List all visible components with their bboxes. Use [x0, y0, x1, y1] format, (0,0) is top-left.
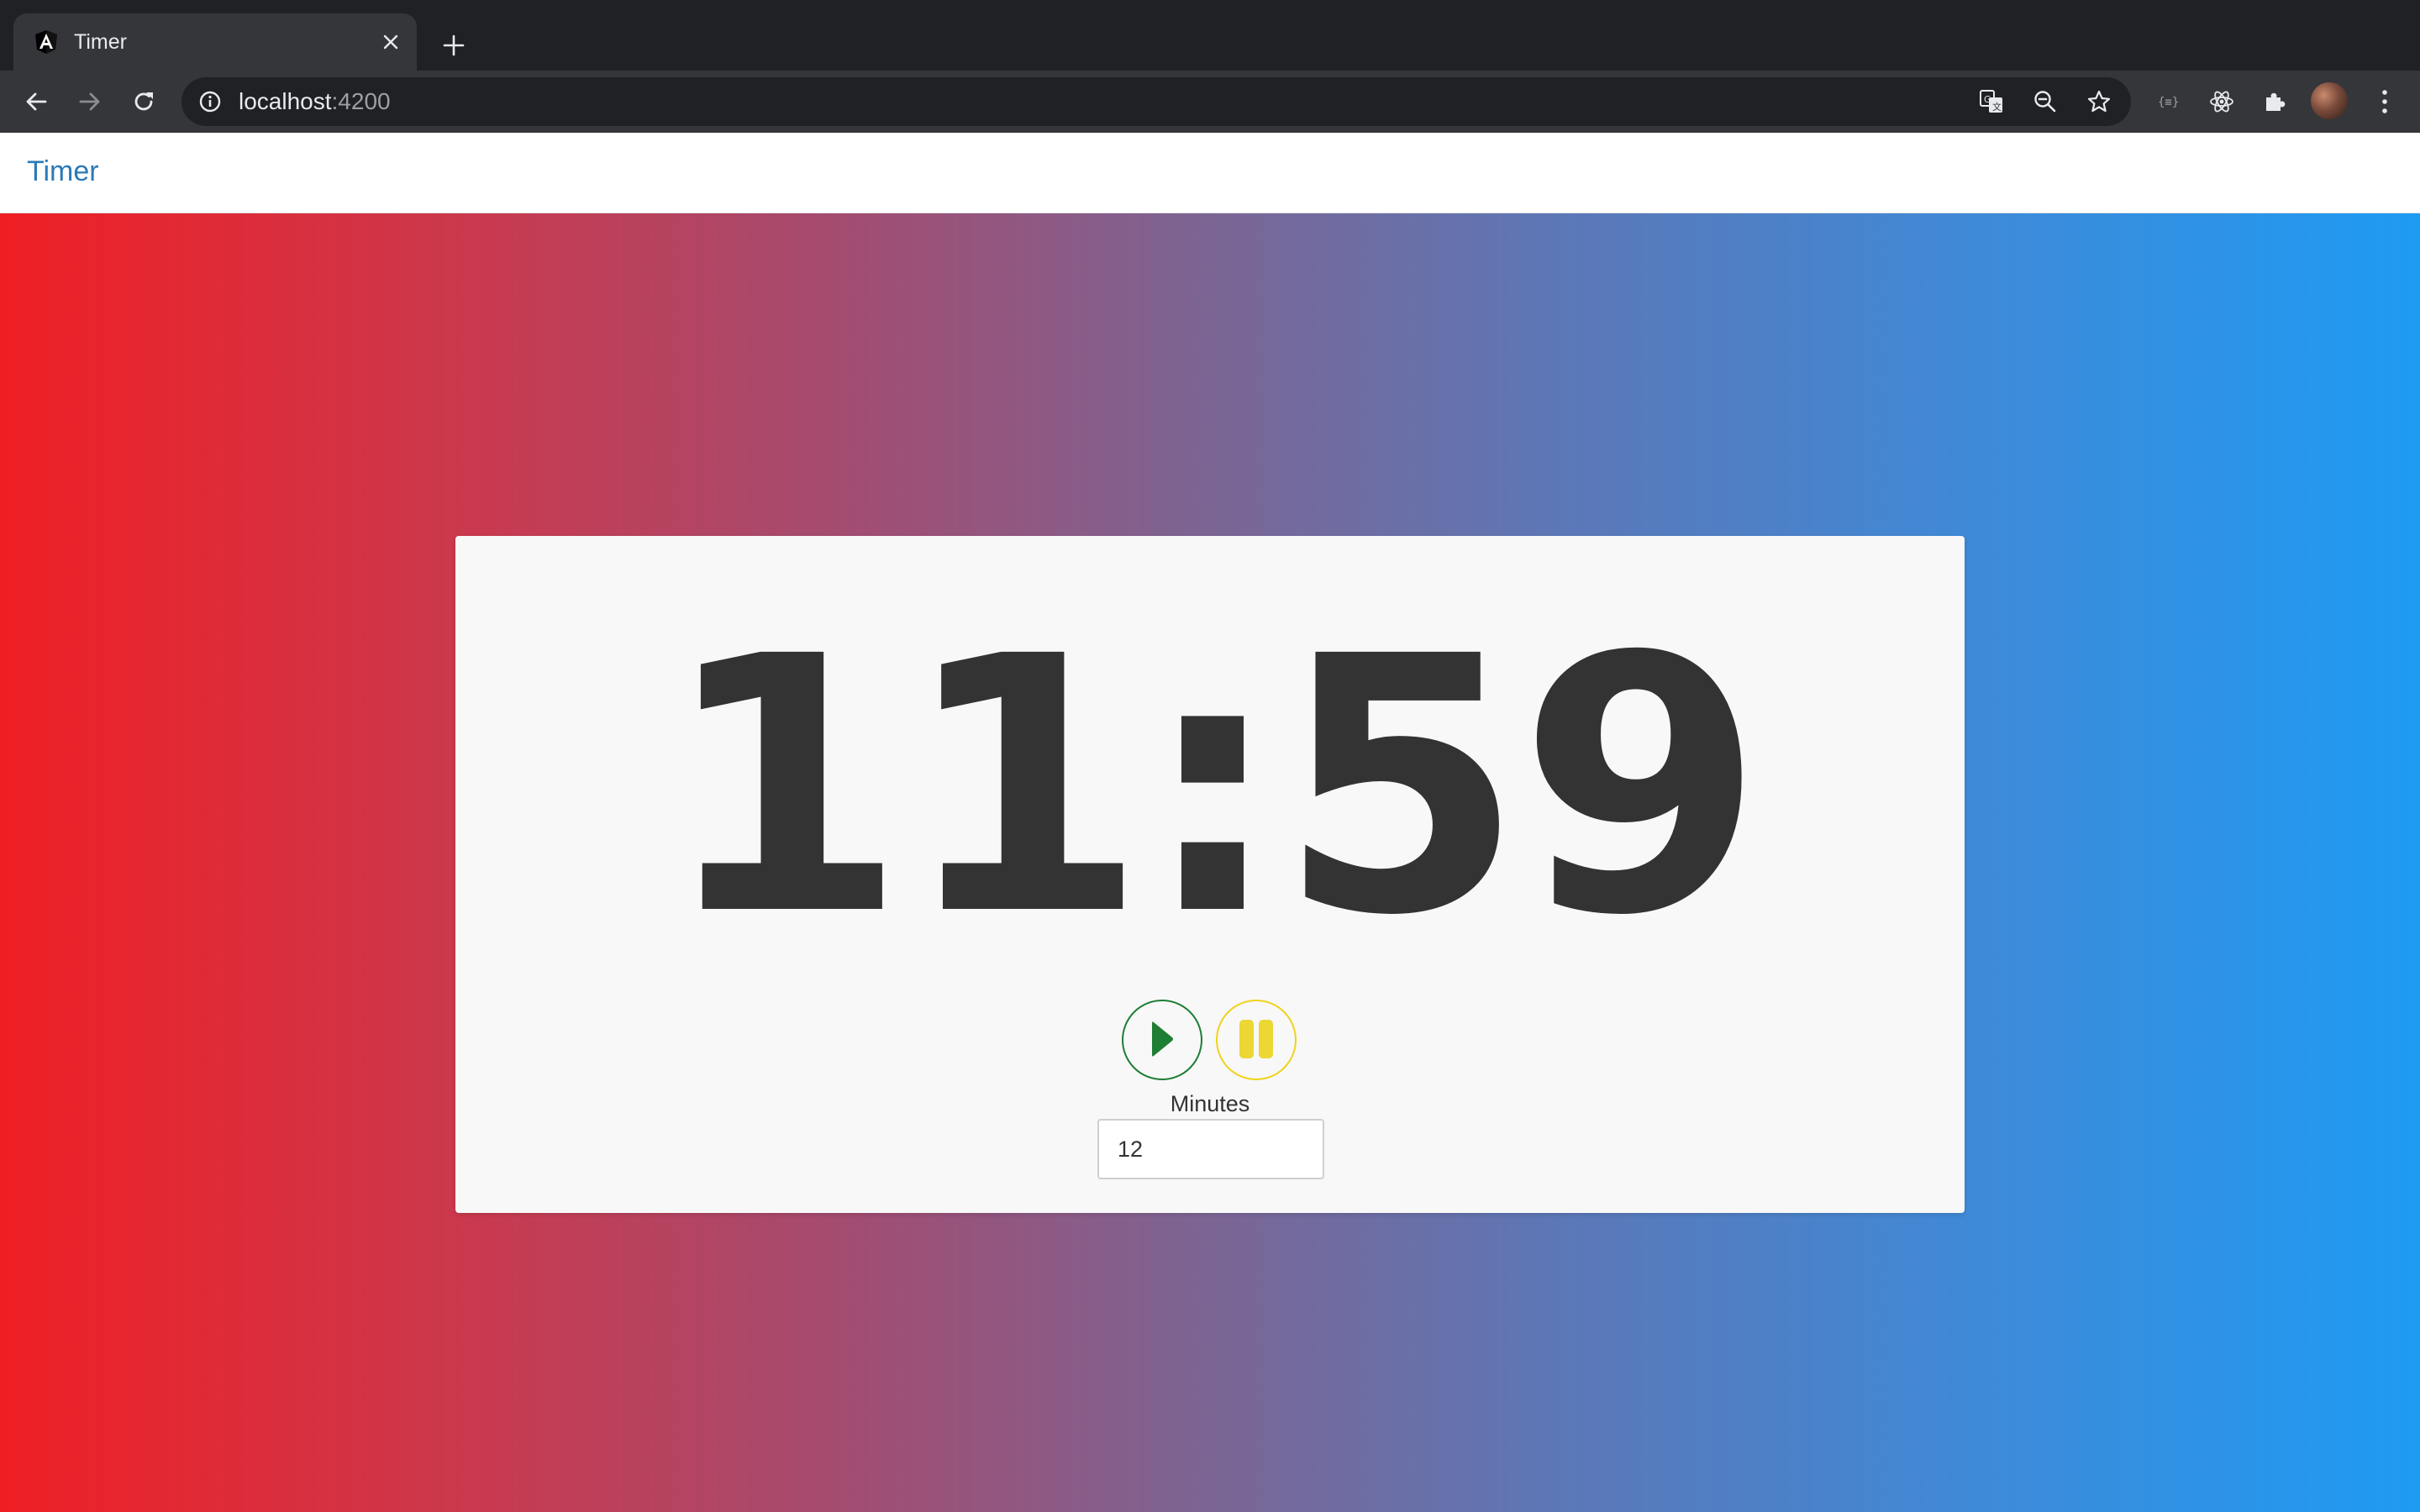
profile-avatar[interactable] [2311, 82, 2348, 119]
menu-dots-icon[interactable] [2367, 84, 2402, 119]
play-icon [1145, 1017, 1179, 1063]
pause-icon [1234, 1017, 1278, 1063]
forward-icon[interactable] [72, 84, 108, 119]
url-text: localhost:4200 [239, 88, 391, 115]
page-viewport: Timer 11:59 Minutes 12 [0, 133, 2420, 1512]
navbar-brand[interactable]: Timer [27, 155, 99, 188]
info-icon[interactable] [197, 88, 224, 115]
gradient-background: 11:59 Minutes 12 [0, 213, 2420, 1512]
svg-text:{≡}: {≡} [2158, 96, 2179, 109]
url-port: :4200 [331, 88, 391, 114]
zoom-out-icon[interactable] [2032, 88, 2059, 115]
timer-card: 11:59 Minutes 12 [455, 536, 1965, 1213]
reload-icon[interactable] [126, 84, 161, 119]
new-tab-plus-icon[interactable] [434, 25, 474, 66]
angular-icon [34, 29, 59, 55]
pause-button[interactable] [1216, 1000, 1297, 1080]
back-icon[interactable] [18, 84, 54, 119]
extensions-puzzle-icon[interactable] [2257, 84, 2292, 119]
translate-icon[interactable]: G 文 [1978, 88, 2005, 115]
minutes-input[interactable] [1097, 1119, 1324, 1179]
close-icon[interactable] [376, 28, 405, 56]
timer-display: 11:59 [660, 582, 1765, 993]
url-host: localhost [239, 88, 332, 114]
browser-toolbar: localhost:4200 G 文 {≡} [0, 71, 2420, 133]
start-button[interactable] [1122, 1000, 1202, 1080]
app-navbar: Timer [0, 133, 2420, 213]
tab-timer[interactable]: Timer [13, 13, 417, 71]
timer-controls [1122, 1000, 1298, 1080]
svg-text:G: G [1984, 94, 1991, 105]
address-bar[interactable]: localhost:4200 G 文 [182, 77, 2131, 126]
svg-text:文: 文 [1992, 101, 2002, 113]
react-devtools-icon[interactable] [2204, 84, 2239, 119]
tab-title: Timer [74, 30, 127, 54]
extension-braces-icon[interactable]: {≡} [2150, 84, 2186, 119]
bookmark-star-icon[interactable] [2086, 88, 2112, 115]
tab-strip: Timer [0, 0, 2420, 71]
minutes-label: Minutes [1170, 1091, 1250, 1116]
